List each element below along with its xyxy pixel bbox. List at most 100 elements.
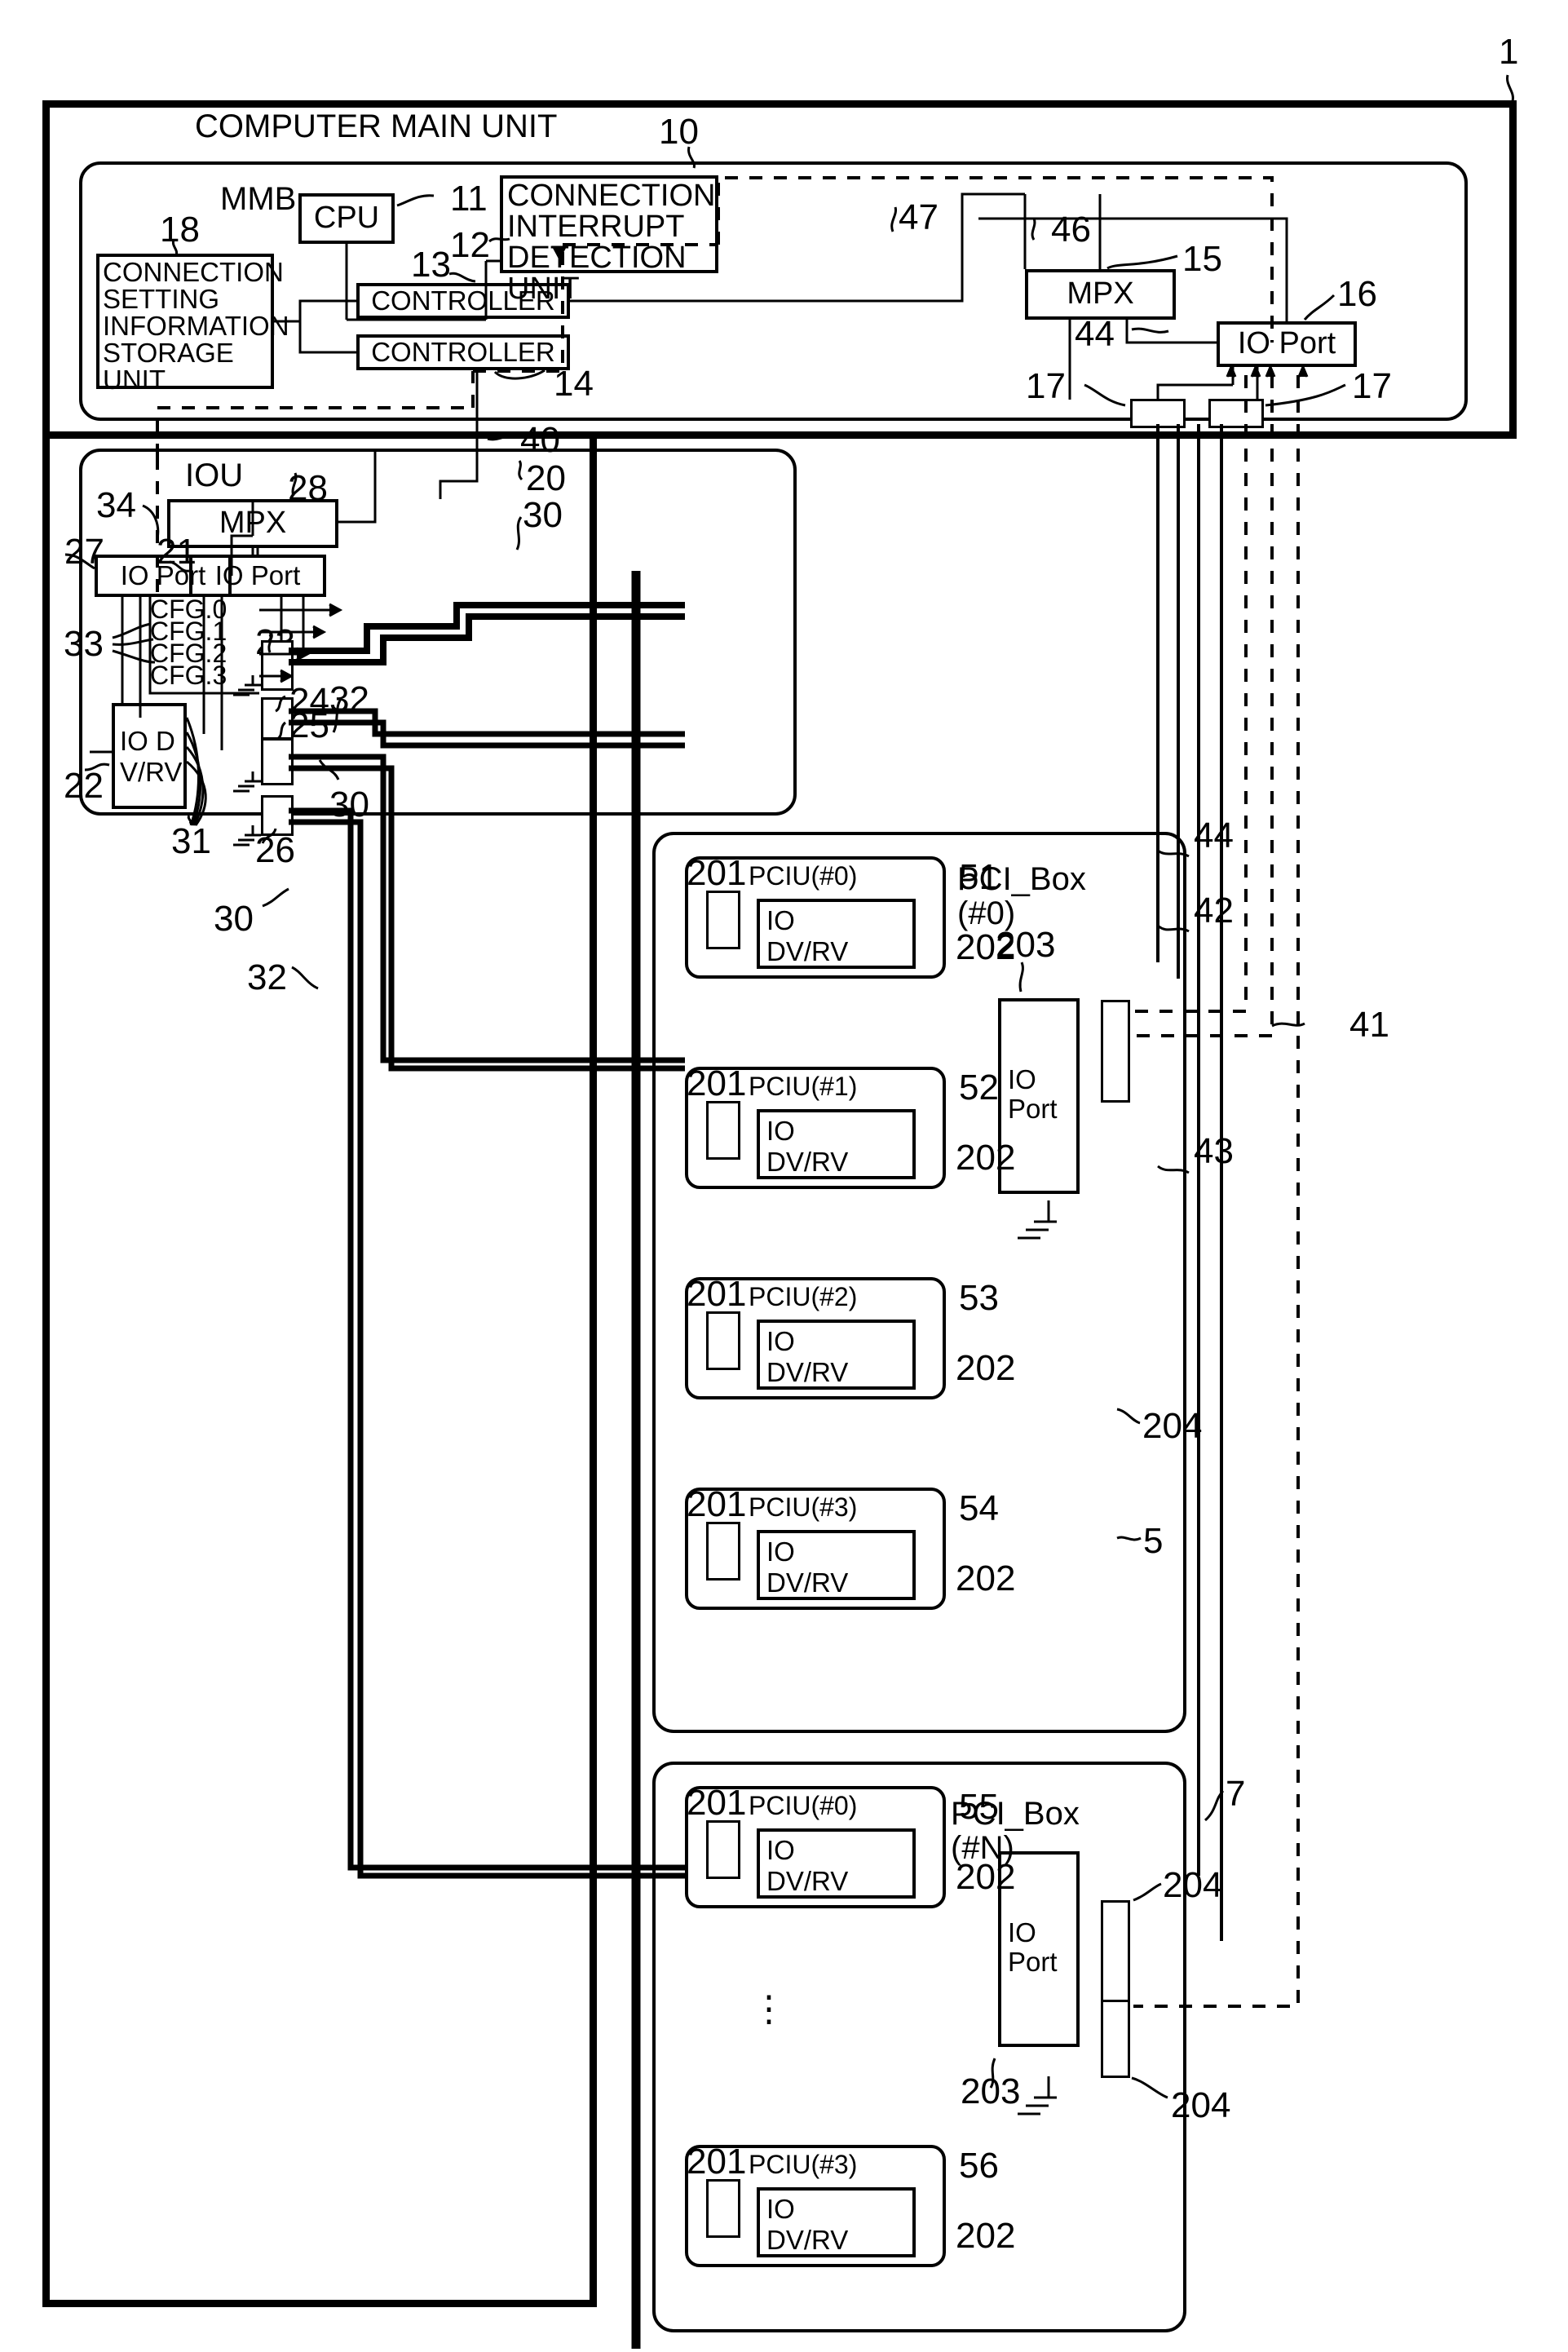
pci-box-0-unit-2-card-label: IO DV/RV (766, 1326, 849, 1387)
pci-box-n-unit-0-label: PCIU(#0) (749, 1791, 858, 1820)
connector-17-left-ref: 17 (1026, 366, 1066, 406)
iou-io-dv-rv-box[interactable]: IO D V/RV (112, 703, 187, 809)
switch-25-ref: 25 (289, 705, 329, 745)
pci-box-n-unit-0-card-label: IO DV/RV (766, 1835, 849, 1896)
iou-io-port-right-box[interactable]: IO Port (189, 555, 326, 597)
pci-box-0-unit-0-connector (706, 891, 740, 949)
cable-30-mid-ref: 30 (329, 785, 369, 825)
pci-box-0-unit-3-card-label: IO DV/RV (766, 1536, 849, 1598)
cable-43-ref: 43 (1194, 1131, 1234, 1171)
cpu-label: CPU (313, 201, 380, 236)
connection-interrupt-detection-unit-ref: 12 (450, 225, 490, 265)
pci-box-0-unit-3-ref-slot: 54 (959, 1488, 999, 1528)
connection-setting-information-storage-unit-box[interactable]: CONNECTION SETTING INFORMATION STORAGE U… (96, 254, 289, 393)
figure-ref-1: 1 (1499, 32, 1519, 72)
cable-42-ref: 42 (1194, 891, 1234, 931)
pci-box-0-unit-2-ref-201: 201 (687, 1274, 747, 1314)
iou-title: IOU (185, 458, 244, 493)
mmb-io-port-ref: 16 (1337, 274, 1377, 314)
pci-box-n-connector-204-top (1101, 1900, 1130, 2003)
bus-47-ref: 47 (899, 197, 939, 237)
pci-box-0-unit-1-card[interactable]: IO DV/RV (757, 1109, 916, 1179)
pci-box-n-ref: 7 (1226, 1774, 1246, 1814)
pci-box-n-unit-1-card[interactable]: IO DV/RV (757, 2187, 916, 2257)
pci-box-n-unit-1-connector (706, 2179, 740, 2238)
cable-32-ref: 32 (329, 679, 369, 719)
connector-17-left (1130, 399, 1186, 428)
pci-box-0-unit-3-ref-202: 202 (956, 1558, 1016, 1598)
pci-box-n-connector-204-bottom-ref: 204 (1171, 2085, 1231, 2125)
pci-box-0-unit-1-card-label: IO DV/RV (766, 1116, 849, 1177)
pci-box-0-connector-204-ref: 204 (1142, 1406, 1203, 1446)
connection-setting-information-storage-unit-label: CONNECTION SETTING INFORMATION STORAGE U… (103, 257, 289, 395)
pci-box-0-unit-3-ref-201: 201 (687, 1484, 747, 1524)
pci-box-0-unit-3-card[interactable]: IO DV/RV (757, 1530, 916, 1600)
switch-26-ref: 26 (255, 830, 295, 870)
pci-box-0-unit-3-connector (706, 1522, 740, 1581)
computer-main-unit-ref: 10 (659, 112, 699, 152)
cable-41-ref: 41 (1349, 1005, 1389, 1045)
iou-io-dv-rv-ref: 22 (64, 766, 104, 806)
connector-17-right-ref: 17 (1352, 366, 1392, 406)
computer-main-unit-title: COMPUTER MAIN UNIT (195, 108, 558, 144)
controller-13-box[interactable]: CONTROLLER (356, 283, 570, 319)
pci-box-0-unit-0-label: PCIU(#0) (749, 861, 858, 891)
pci-box-0-unit-1-connector (706, 1101, 740, 1160)
switch-block-23 (261, 640, 294, 691)
connection-setting-information-storage-unit-ref: 18 (160, 210, 200, 250)
mmb-io-port-box[interactable]: IO Port (1217, 321, 1357, 367)
pci-box-0-unit-2-label: PCIU(#2) (749, 1282, 858, 1311)
iou-ref-20: 20 (526, 458, 566, 498)
pci-box-0-unit-0-ref-201: 201 (687, 853, 747, 893)
controller-13-ref: 13 (411, 245, 451, 285)
pci-box-n-unit-1-ref-202: 202 (956, 2216, 1016, 2256)
pci-box-n-unit-1-ref-201: 201 (687, 2142, 747, 2182)
pci-box-n-io-port-ref: 203 (961, 2071, 1021, 2111)
cpu-box[interactable]: CPU (298, 193, 395, 244)
mmb-title: MMB (220, 181, 297, 217)
bus-46-ref: 46 (1051, 210, 1091, 250)
pci-box-0-unit-0-ref-202: 202 (956, 927, 1016, 967)
pci-box-0-unit-0-card-label: IO DV/RV (766, 905, 849, 966)
switch-block-25 (261, 738, 294, 785)
pci-box-0-unit-0-card[interactable]: IO DV/RV (757, 899, 916, 969)
leads-31-ref: 31 (171, 821, 211, 861)
switch-block-26 (261, 795, 294, 836)
pci-box-0-unit-1-ref-201: 201 (687, 1063, 747, 1103)
cable-44-ref: 44 (1194, 816, 1234, 855)
pci-box-n-connector-204-bottom (1101, 2000, 1130, 2078)
iou-io-dv-rv-label: IO D V/RV (120, 726, 183, 787)
pci-box-0-unit-3-label: PCIU(#3) (749, 1492, 858, 1522)
mmb-mpx-ref: 15 (1182, 239, 1222, 279)
connector-17-right (1208, 399, 1264, 428)
pci-box-n-unit-1-label: PCIU(#3) (749, 2150, 858, 2179)
pci-box-0-unit-2-ref-slot: 53 (959, 1278, 999, 1318)
iou-mpx-label: MPX (219, 506, 287, 541)
pci-box-n-ellipsis: ⋮ (751, 1989, 787, 2029)
pci-box-0-unit-0-ref-slot: 51 (959, 857, 999, 897)
mmb-mpx-box[interactable]: MPX (1025, 269, 1176, 320)
pci-box-n-unit-0-card[interactable]: IO DV/RV (757, 1828, 916, 1899)
cable-32-bottom-ref: 32 (247, 957, 287, 997)
iou-io-port-right-label: IO Port (214, 559, 301, 590)
patent-figure: 1 COMPUTER MAIN UNIT 10 MMB CPU 11 CONNE… (0, 0, 1568, 2352)
pci-box-0-io-port-label: IO Port (1008, 1064, 1058, 1125)
pci-box-0-unit-1-ref-slot: 52 (959, 1068, 999, 1107)
mmb-io-port-label: IO Port (1237, 326, 1336, 361)
controller-14-ref: 14 (554, 364, 594, 404)
bus-40-ref: 40 (520, 420, 560, 460)
controller-14-box[interactable]: CONTROLLER (356, 334, 570, 370)
cable-30-bottom-ref: 30 (214, 899, 254, 939)
pci-box-0-ref: 5 (1143, 1521, 1164, 1561)
pci-box-n-unit-0-ref-201: 201 (687, 1783, 747, 1823)
pci-box-n-unit-0-ref-slot: 55 (959, 1787, 999, 1827)
pci-box-0-unit-1-label: PCIU(#1) (749, 1072, 858, 1101)
cfg-ref-33: 33 (64, 624, 104, 664)
pci-box-0-unit-2-card[interactable]: IO DV/RV (757, 1320, 916, 1390)
cpu-ref: 11 (450, 179, 488, 219)
mmb-mpx-label: MPX (1067, 276, 1134, 312)
pci-box-n-connector-204-top-ref: 204 (1163, 1865, 1223, 1905)
connection-interrupt-detection-unit-box[interactable]: CONNECTION INTERRUPT DETECTION UNIT (500, 175, 718, 304)
pci-box-0-unit-2-connector (706, 1311, 740, 1370)
pci-box-n-unit-1-ref-slot: 56 (959, 2146, 999, 2186)
